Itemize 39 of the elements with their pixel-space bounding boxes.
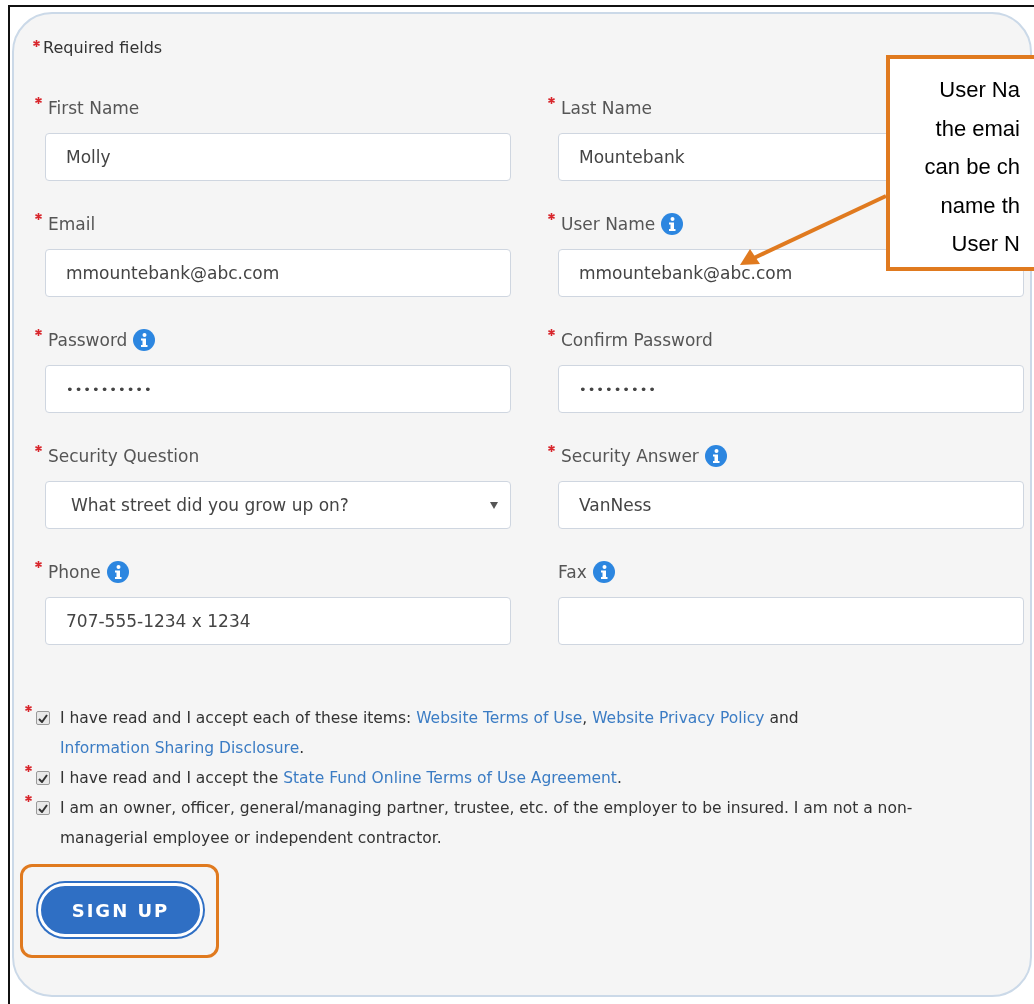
callout-text: name th: [940, 191, 1020, 220]
field-label: Security Answer: [561, 446, 699, 466]
input-field[interactable]: [558, 597, 1024, 645]
checkbox[interactable]: [36, 771, 50, 785]
agreement-link[interactable]: State Fund Online Terms of Use Agreement: [283, 769, 617, 787]
password-field[interactable]: ••••••••••: [45, 365, 511, 413]
info-icon[interactable]: [592, 561, 615, 583]
caret-icon: [490, 501, 498, 509]
input-field[interactable]: Molly: [45, 133, 511, 181]
password-field[interactable]: •••••••••: [558, 365, 1024, 413]
agreement-link[interactable]: Information Sharing Disclosure: [60, 739, 300, 757]
info-icon[interactable]: [106, 561, 129, 583]
agreement-link[interactable]: Website Terms of Use: [416, 709, 583, 727]
agreement-text: I have read and I accept the State Fund Online Terms of Use Agreement.: [60, 768, 623, 789]
info-icon[interactable]: [133, 329, 156, 351]
info-icon[interactable]: [661, 213, 684, 235]
input-field[interactable]: mmountebank@abc.com: [45, 249, 511, 297]
input-field[interactable]: 707-555-1234 x 1234: [45, 597, 511, 645]
checkbox[interactable]: [36, 801, 50, 815]
info-icon[interactable]: [704, 445, 727, 467]
field-label: Security Question: [48, 446, 200, 466]
agreement-text: I have read and I accept each of these items: Website Terms of Use, Website Privacy Policy and Information Sharing Disclosure.: [60, 708, 800, 759]
required-fields-note: Required fields: [43, 38, 163, 57]
dropdown[interactable]: What street did you grow up on?: [45, 481, 511, 529]
sign-up-button[interactable]: SIGN UP: [38, 883, 203, 937]
checkbox[interactable]: [36, 711, 50, 725]
field-label: First Name: [48, 98, 140, 118]
field-label: Confirm Password: [561, 330, 713, 350]
field-label: Password: [48, 330, 128, 350]
agreement-link[interactable]: Website Privacy Policy: [592, 709, 765, 727]
callout-text: can be ch: [924, 153, 1020, 181]
field-label: Email: [48, 214, 96, 234]
callout-text: User Na: [939, 76, 1020, 104]
field-label: User Name: [561, 214, 656, 234]
agreement-text: I am an owner, officer, general/managing partner, trustee, etc. of the employer to be insured. I am not a non-managerial employee or independent contractor.: [60, 798, 914, 849]
field-label: Fax: [558, 562, 587, 582]
field-label: Last Name: [561, 98, 652, 118]
input-field[interactable]: VanNess: [558, 481, 1024, 529]
field-label: Phone: [48, 562, 101, 582]
